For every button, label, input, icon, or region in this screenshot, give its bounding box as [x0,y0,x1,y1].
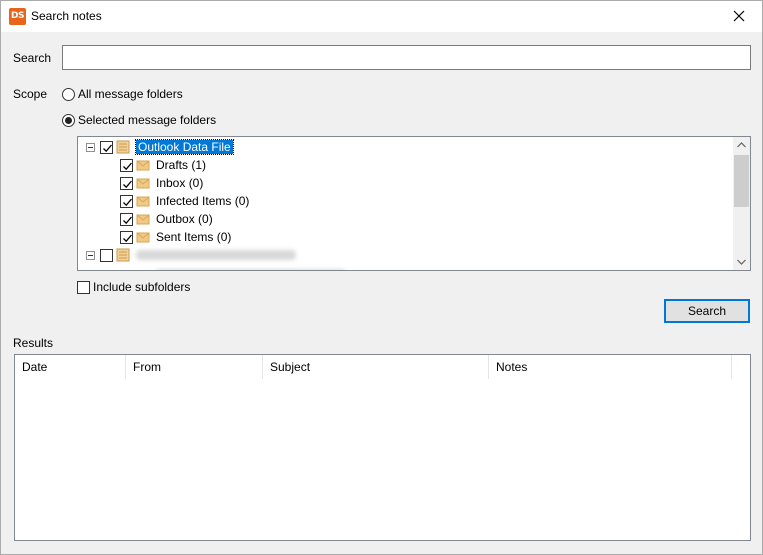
envelope-folder-icon [136,194,150,208]
collapse-icon[interactable] [86,250,95,260]
tree-item-sent-items[interactable]: Sent Items (0) [120,228,231,246]
tree-item-label: Sent Items (0) [156,230,232,244]
tree-item-label: Drafts (1) [156,158,207,172]
search-button[interactable]: Search [664,299,750,323]
chevron-up-icon [737,142,746,148]
radio-all-folders[interactable]: All message folders [62,87,183,101]
close-icon [733,10,745,22]
close-button[interactable] [716,1,762,32]
chevron-down-icon [737,259,746,265]
app-logo-icon: DS [9,8,26,25]
tree-item-label: Infected Items (0) [156,194,250,208]
envelope-folder-icon [136,230,150,244]
tree-item-inbox[interactable]: Inbox (0) [120,174,203,192]
folder-checkbox[interactable] [100,248,113,262]
envelope-folder-icon [136,176,150,190]
column-header-date[interactable]: Date [15,355,126,379]
search-input[interactable] [62,45,751,70]
folder-checkbox[interactable] [120,212,133,226]
tree-item-label: Inbox (0) [156,176,204,190]
tree-item-outbox[interactable]: Outbox (0) [120,210,213,228]
scroll-down-button[interactable] [733,253,750,270]
tree-item-second-account[interactable] [86,246,296,264]
folder-checkbox[interactable] [120,158,133,172]
radio-button[interactable] [62,87,75,101]
folder-tree[interactable]: Outlook Data File Drafts (1) Inbox (0) I… [77,136,751,271]
envelope-folder-icon [136,158,150,172]
scope-label: Scope [13,87,48,101]
window-title: Search notes [31,9,102,23]
data-file-icon [116,140,130,154]
radio-all-folders-label: All message folders [78,87,183,101]
include-subfolders-checkbox[interactable] [77,280,90,294]
include-subfolders-label: Include subfolders [93,280,191,294]
folder-checkbox[interactable] [120,194,133,208]
results-list[interactable]: Date From Subject Notes [14,354,751,541]
search-notes-window: DS Search notes Search Scope All message… [0,0,763,555]
radio-button[interactable] [62,113,75,127]
radio-selected-folders-label: Selected message folders [78,113,217,127]
redacted-account-name [136,250,296,260]
scroll-thumb[interactable] [734,155,749,207]
include-subfolders-option[interactable]: Include subfolders [77,280,190,294]
scroll-up-button[interactable] [733,137,750,154]
title-bar: DS Search notes [1,1,762,32]
folder-checkbox[interactable] [120,176,133,190]
tree-item-outlook-data-file[interactable]: Outlook Data File [86,138,234,156]
envelope-folder-icon [136,212,150,226]
redacted-folder-name [156,270,346,271]
radio-selected-folders[interactable]: Selected message folders [62,113,216,127]
tree-item-label: Outlook Data File [135,139,234,155]
folder-checkbox[interactable] [120,230,133,244]
data-file-icon [116,248,130,262]
results-label: Results [13,336,54,350]
tree-item-partial [120,264,346,271]
tree-item-infected-items[interactable]: Infected Items (0) [120,192,249,210]
collapse-icon[interactable] [86,142,95,152]
folder-checkbox[interactable] [120,270,133,271]
tree-item-label: Outbox (0) [156,212,213,226]
column-header-notes[interactable]: Notes [489,355,732,379]
search-label: Search [13,51,52,65]
column-header-from[interactable]: From [126,355,263,379]
tree-vertical-scrollbar[interactable] [733,137,750,270]
column-header-subject[interactable]: Subject [263,355,489,379]
folder-checkbox[interactable] [100,140,113,154]
tree-item-drafts[interactable]: Drafts (1) [120,156,206,174]
